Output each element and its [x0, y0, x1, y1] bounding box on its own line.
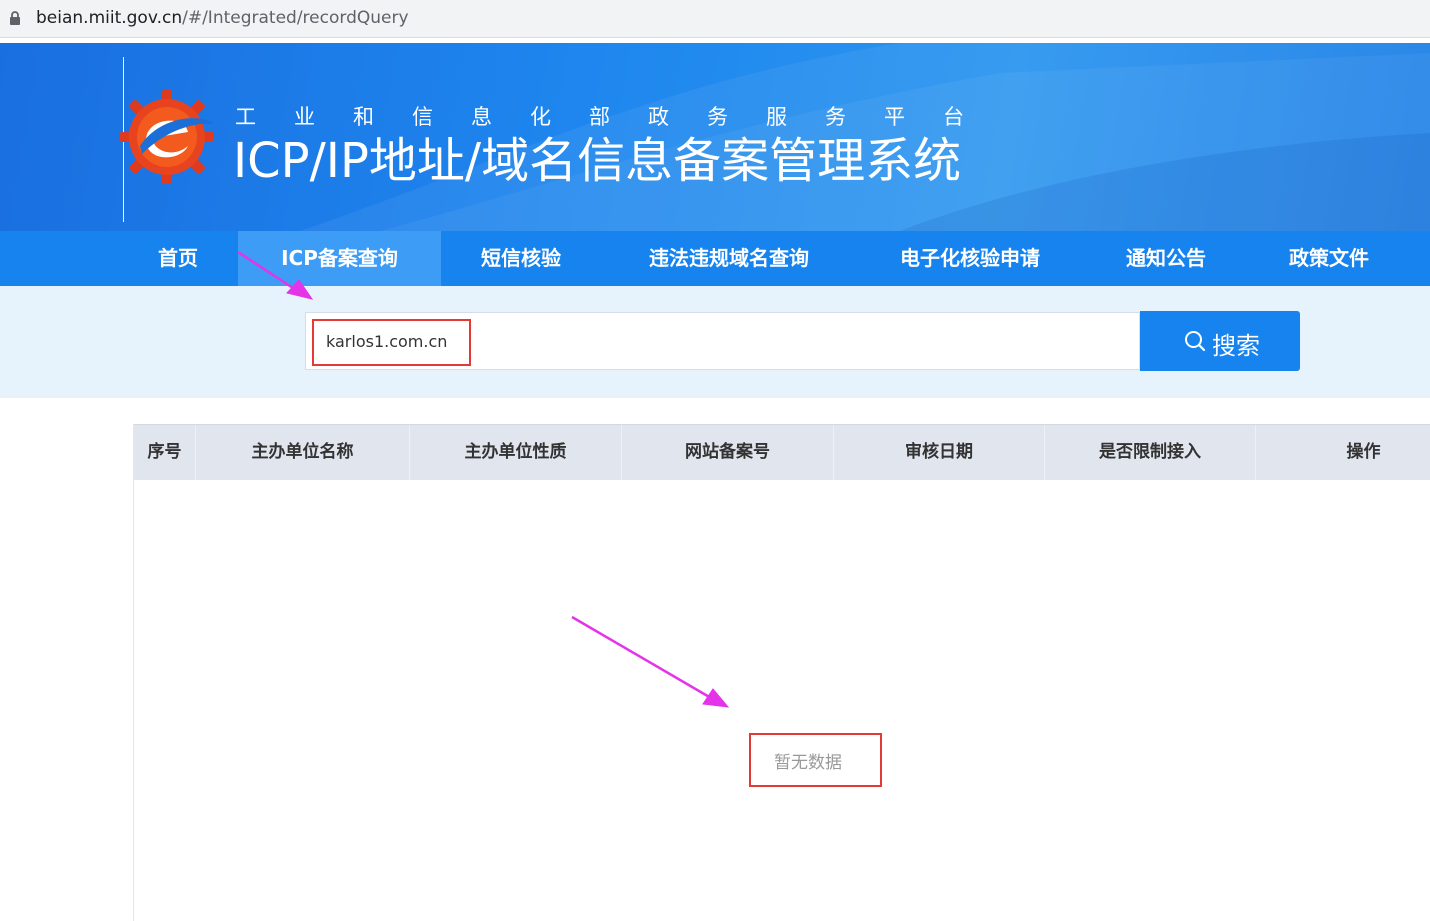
highlight-box-empty-state — [749, 733, 882, 787]
main-nav: 首页 ICP备案查询 短信核验 违法违规域名查询 电子化核验申请 通知公告 政策… — [0, 231, 1430, 286]
nav-item-e-verify[interactable]: 电子化核验申请 — [876, 231, 1064, 286]
search-button[interactable]: 搜索 — [1140, 311, 1300, 371]
banner-subtitle: 工业和信息化部政务服务平台 — [235, 105, 1002, 129]
nav-item-illegal-domain[interactable]: 违法违规域名查询 — [620, 231, 838, 286]
banner-title: ICP/IP地址/域名信息备案管理系统 — [233, 133, 962, 189]
column-header-actions: 操作 — [1346, 442, 1381, 462]
lock-icon — [10, 11, 20, 25]
column-header-record-number: 网站备案号 — [622, 425, 834, 480]
column-header-access-restricted: 是否限制接入 — [1045, 425, 1256, 480]
column-header-index: 序号 — [134, 425, 196, 480]
nav-item-home[interactable]: 首页 — [137, 231, 219, 286]
url-text[interactable]: beian.miit.gov.cn/#/Integrated/recordQue… — [36, 8, 409, 28]
column-header-org-type: 主办单位性质 — [410, 425, 622, 480]
search-section: karlos1.com.cn 搜索 — [0, 286, 1430, 398]
logo-icon — [120, 90, 214, 184]
highlight-box-search-value — [312, 319, 471, 366]
results-table: 序号 主办单位名称 主办单位性质 网站备案号 审核日期 是否限制接入 操作 暂无… — [133, 424, 1430, 921]
column-header-review-date: 审核日期 — [834, 425, 1045, 480]
nav-item-policies[interactable]: 政策文件 — [1268, 231, 1390, 286]
table-header: 序号 主办单位名称 主办单位性质 网站备案号 审核日期 是否限制接入 操作 — [134, 424, 1430, 480]
url-host: beian.miit.gov.cn — [36, 8, 183, 28]
nav-item-icp-query[interactable]: ICP备案查询 — [238, 231, 441, 286]
url-path: /#/Integrated/recordQuery — [182, 8, 409, 28]
address-bar[interactable]: beian.miit.gov.cn/#/Integrated/recordQue… — [0, 0, 1430, 38]
search-button-label: 搜索 — [1212, 332, 1260, 360]
nav-item-sms-verify[interactable]: 短信核验 — [462, 231, 580, 286]
nav-item-notices[interactable]: 通知公告 — [1104, 231, 1228, 286]
search-icon — [1185, 331, 1206, 352]
site-banner: 工业和信息化部政务服务平台 ICP/IP地址/域名信息备案管理系统 — [0, 43, 1430, 231]
column-header-org-name: 主办单位名称 — [196, 425, 410, 480]
